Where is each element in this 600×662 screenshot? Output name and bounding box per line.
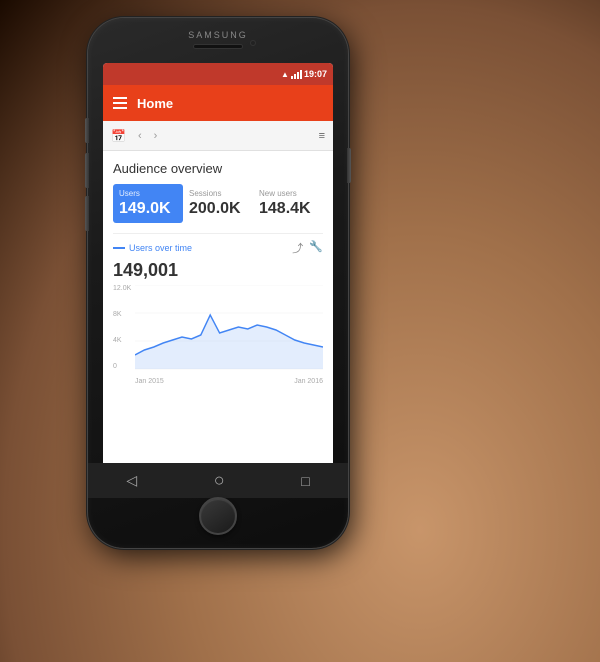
y-label-12k: 12.0K xyxy=(113,285,131,292)
chart-line-indicator xyxy=(113,247,125,249)
app-bar: Home xyxy=(103,85,333,121)
metric-sessions-value: 200.0K xyxy=(189,200,247,218)
forward-chevron-button[interactable]: › xyxy=(154,130,158,142)
x-label-jan2016: Jan 2016 xyxy=(294,378,323,385)
app-title: Home xyxy=(137,96,173,111)
x-label-jan2015: Jan 2015 xyxy=(135,378,164,385)
front-camera xyxy=(250,40,256,46)
status-bar: ▲ 19:07 xyxy=(103,63,333,85)
scene: SAMSUNG ▲ 19:07 xyxy=(0,0,600,662)
share-icon[interactable]: ⤴ xyxy=(292,240,303,256)
metric-sessions[interactable]: Sessions 200.0K xyxy=(183,184,253,223)
filter-icon[interactable]: ≡ xyxy=(319,130,325,142)
phone-device: SAMSUNG ▲ 19:07 xyxy=(88,18,348,548)
chart-label: Users over time xyxy=(113,243,292,253)
chart-label-text: Users over time xyxy=(129,243,192,253)
calendar-icon[interactable]: 📅 xyxy=(111,129,126,143)
metric-new-users[interactable]: New users 148.4K xyxy=(253,184,323,223)
brand-label: SAMSUNG xyxy=(188,30,248,40)
metric-sessions-label: Sessions xyxy=(189,189,247,198)
chart-section: Users over time ⤴ 🔧 149,001 12.0K xyxy=(113,233,323,385)
back-chevron-button[interactable]: ‹ xyxy=(138,130,142,142)
back-nav-button[interactable]: ◁ xyxy=(126,472,137,489)
status-icons: ▲ 19:07 xyxy=(281,69,327,79)
power-button xyxy=(347,148,351,183)
volume-down-button xyxy=(85,196,89,231)
metric-new-users-label: New users xyxy=(259,189,317,198)
wifi-icon: ▲ xyxy=(281,70,289,79)
chart-actions: ⤴ 🔧 xyxy=(292,240,323,256)
recents-nav-button[interactable]: □ xyxy=(301,473,309,489)
volume-up-button xyxy=(85,153,89,188)
phone-screen: ▲ 19:07 Home 📅 xyxy=(103,63,333,468)
chart-header: Users over time ⤴ 🔧 xyxy=(113,240,323,256)
hamburger-menu-button[interactable] xyxy=(113,97,127,109)
section-title: Audience overview xyxy=(113,161,323,176)
chart-svg xyxy=(135,285,323,370)
home-nav-button[interactable]: ○ xyxy=(214,470,225,491)
status-time: 19:07 xyxy=(304,69,327,79)
settings-icon[interactable]: 🔧 xyxy=(309,240,323,256)
metric-new-users-value: 148.4K xyxy=(259,200,317,218)
metric-users-value: 149.0K xyxy=(119,200,177,218)
x-axis-labels: Jan 2015 Jan 2016 xyxy=(135,378,323,385)
y-label-4k: 4K xyxy=(113,337,131,344)
speaker xyxy=(193,44,243,49)
y-label-0: 0 xyxy=(113,363,131,370)
metric-users[interactable]: Users 149.0K xyxy=(113,184,183,223)
volume-silent-button xyxy=(85,118,89,143)
metrics-row: Users 149.0K Sessions 200.0K New users 1… xyxy=(113,184,323,223)
y-label-8k: 8K xyxy=(113,311,131,318)
metric-users-label: Users xyxy=(119,189,177,198)
physical-home-button[interactable] xyxy=(199,497,237,535)
chart-area: 12.0K 8K 4K 0 xyxy=(113,285,323,385)
signal-icon xyxy=(291,69,302,79)
bottom-nav: ◁ ○ □ xyxy=(88,463,348,498)
navigation-bar: 📅 ‹ › ≡ xyxy=(103,121,333,151)
content-area: Audience overview Users 149.0K Sessions … xyxy=(103,151,333,391)
chart-main-value: 149,001 xyxy=(113,260,323,281)
